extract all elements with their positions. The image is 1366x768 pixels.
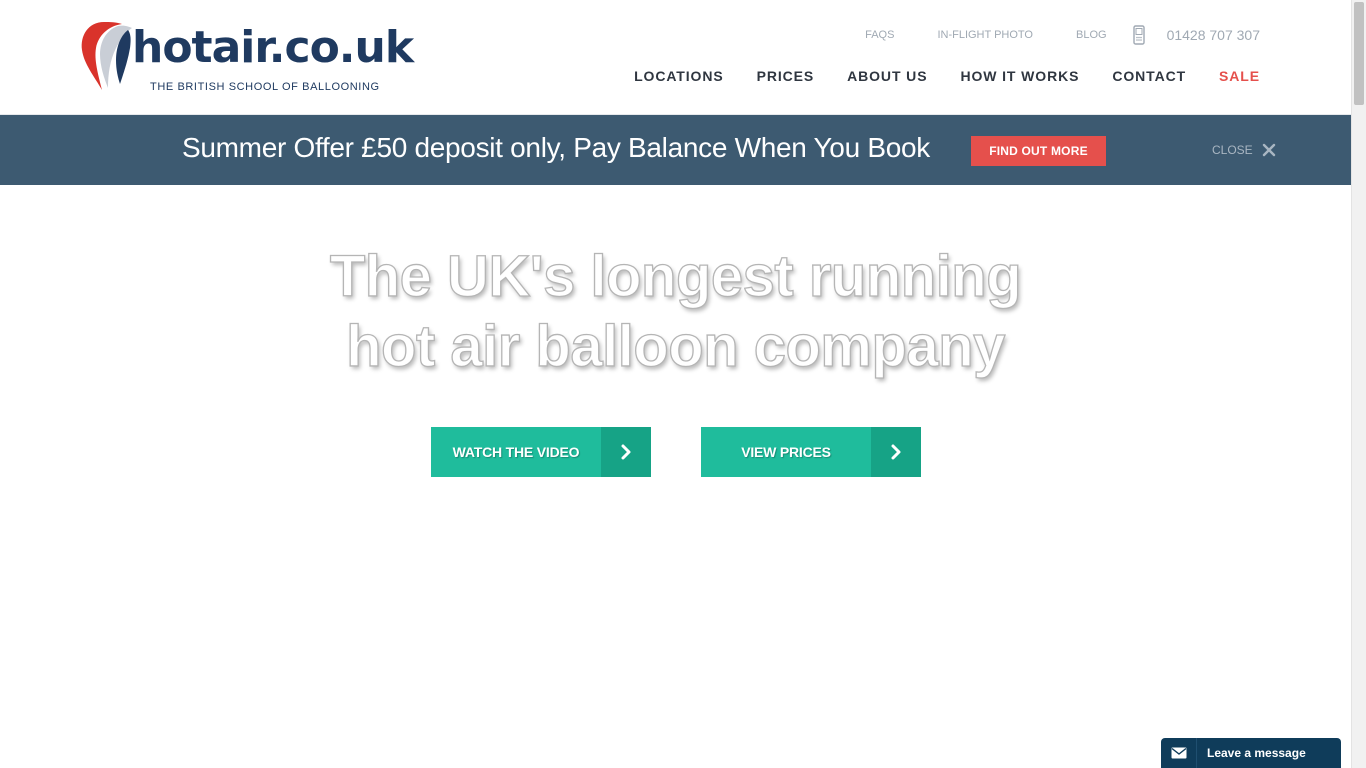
offer-banner: Summer Offer £50 deposit only, Pay Balan…	[0, 115, 1351, 185]
logo-link[interactable]: hotair.co.uk THE BRITISH SCHOOL OF BALLO…	[78, 18, 414, 98]
watch-video-button[interactable]: WATCH THE VIDEO	[431, 427, 651, 477]
mobile-phone-icon	[1132, 25, 1145, 45]
nav-item-sale[interactable]: SALE	[1219, 68, 1260, 84]
secondary-nav: FAQS IN-FLIGHT PHOTO BLOG 01428 707 307	[865, 24, 1260, 46]
page-scrollbar[interactable]	[1351, 0, 1366, 768]
close-icon	[1262, 143, 1275, 157]
balloon-logo-icon	[81, 22, 132, 90]
close-banner-button[interactable]: CLOSE	[1212, 138, 1276, 162]
hero-headline: The UK's longest running hot air balloon…	[0, 242, 1351, 382]
logo-tagline: THE BRITISH SCHOOL OF BALLOONING	[150, 81, 380, 93]
nav-link-blog[interactable]: BLOG	[1076, 29, 1107, 41]
chevron-right-icon	[601, 427, 651, 477]
hero-headline-line-1: The UK's longest running	[329, 243, 1022, 309]
phone-number: 01428 707 307	[1166, 27, 1260, 43]
phone-contact[interactable]: 01428 707 307	[1132, 25, 1260, 45]
page: hotair.co.uk THE BRITISH SCHOOL OF BALLO…	[0, 0, 1366, 768]
chat-widget[interactable]: Leave a message	[1161, 738, 1341, 768]
logo-wordmark: hotair.co.uk	[132, 22, 414, 73]
find-out-more-button[interactable]: FIND OUT MORE	[971, 136, 1106, 166]
scrollbar-thumb[interactable]	[1354, 2, 1364, 105]
nav-item-how-it-works[interactable]: HOW IT WORKS	[960, 68, 1079, 84]
hero-headline-line-2: hot air balloon company	[345, 313, 1006, 379]
main-nav: LOCATIONS PRICES ABOUT US HOW IT WORKS C…	[634, 68, 1260, 84]
close-label: CLOSE	[1212, 143, 1253, 157]
view-prices-label: VIEW PRICES	[741, 444, 831, 460]
chat-label: Leave a message	[1207, 746, 1306, 760]
nav-item-locations[interactable]: LOCATIONS	[634, 68, 724, 84]
nav-link-faqs[interactable]: FAQS	[865, 29, 894, 41]
envelope-icon	[1161, 738, 1197, 768]
site-header: hotair.co.uk THE BRITISH SCHOOL OF BALLO…	[0, 0, 1351, 115]
offer-text: Summer Offer £50 deposit only, Pay Balan…	[182, 132, 930, 163]
nav-link-in-flight-photo[interactable]: IN-FLIGHT PHOTO	[937, 29, 1033, 41]
watch-video-label: WATCH THE VIDEO	[452, 444, 580, 460]
chevron-right-icon	[871, 427, 921, 477]
view-prices-button[interactable]: VIEW PRICES	[701, 427, 921, 477]
nav-item-prices[interactable]: PRICES	[757, 68, 815, 84]
nav-item-contact[interactable]: CONTACT	[1112, 68, 1186, 84]
nav-item-about-us[interactable]: ABOUT US	[847, 68, 927, 84]
